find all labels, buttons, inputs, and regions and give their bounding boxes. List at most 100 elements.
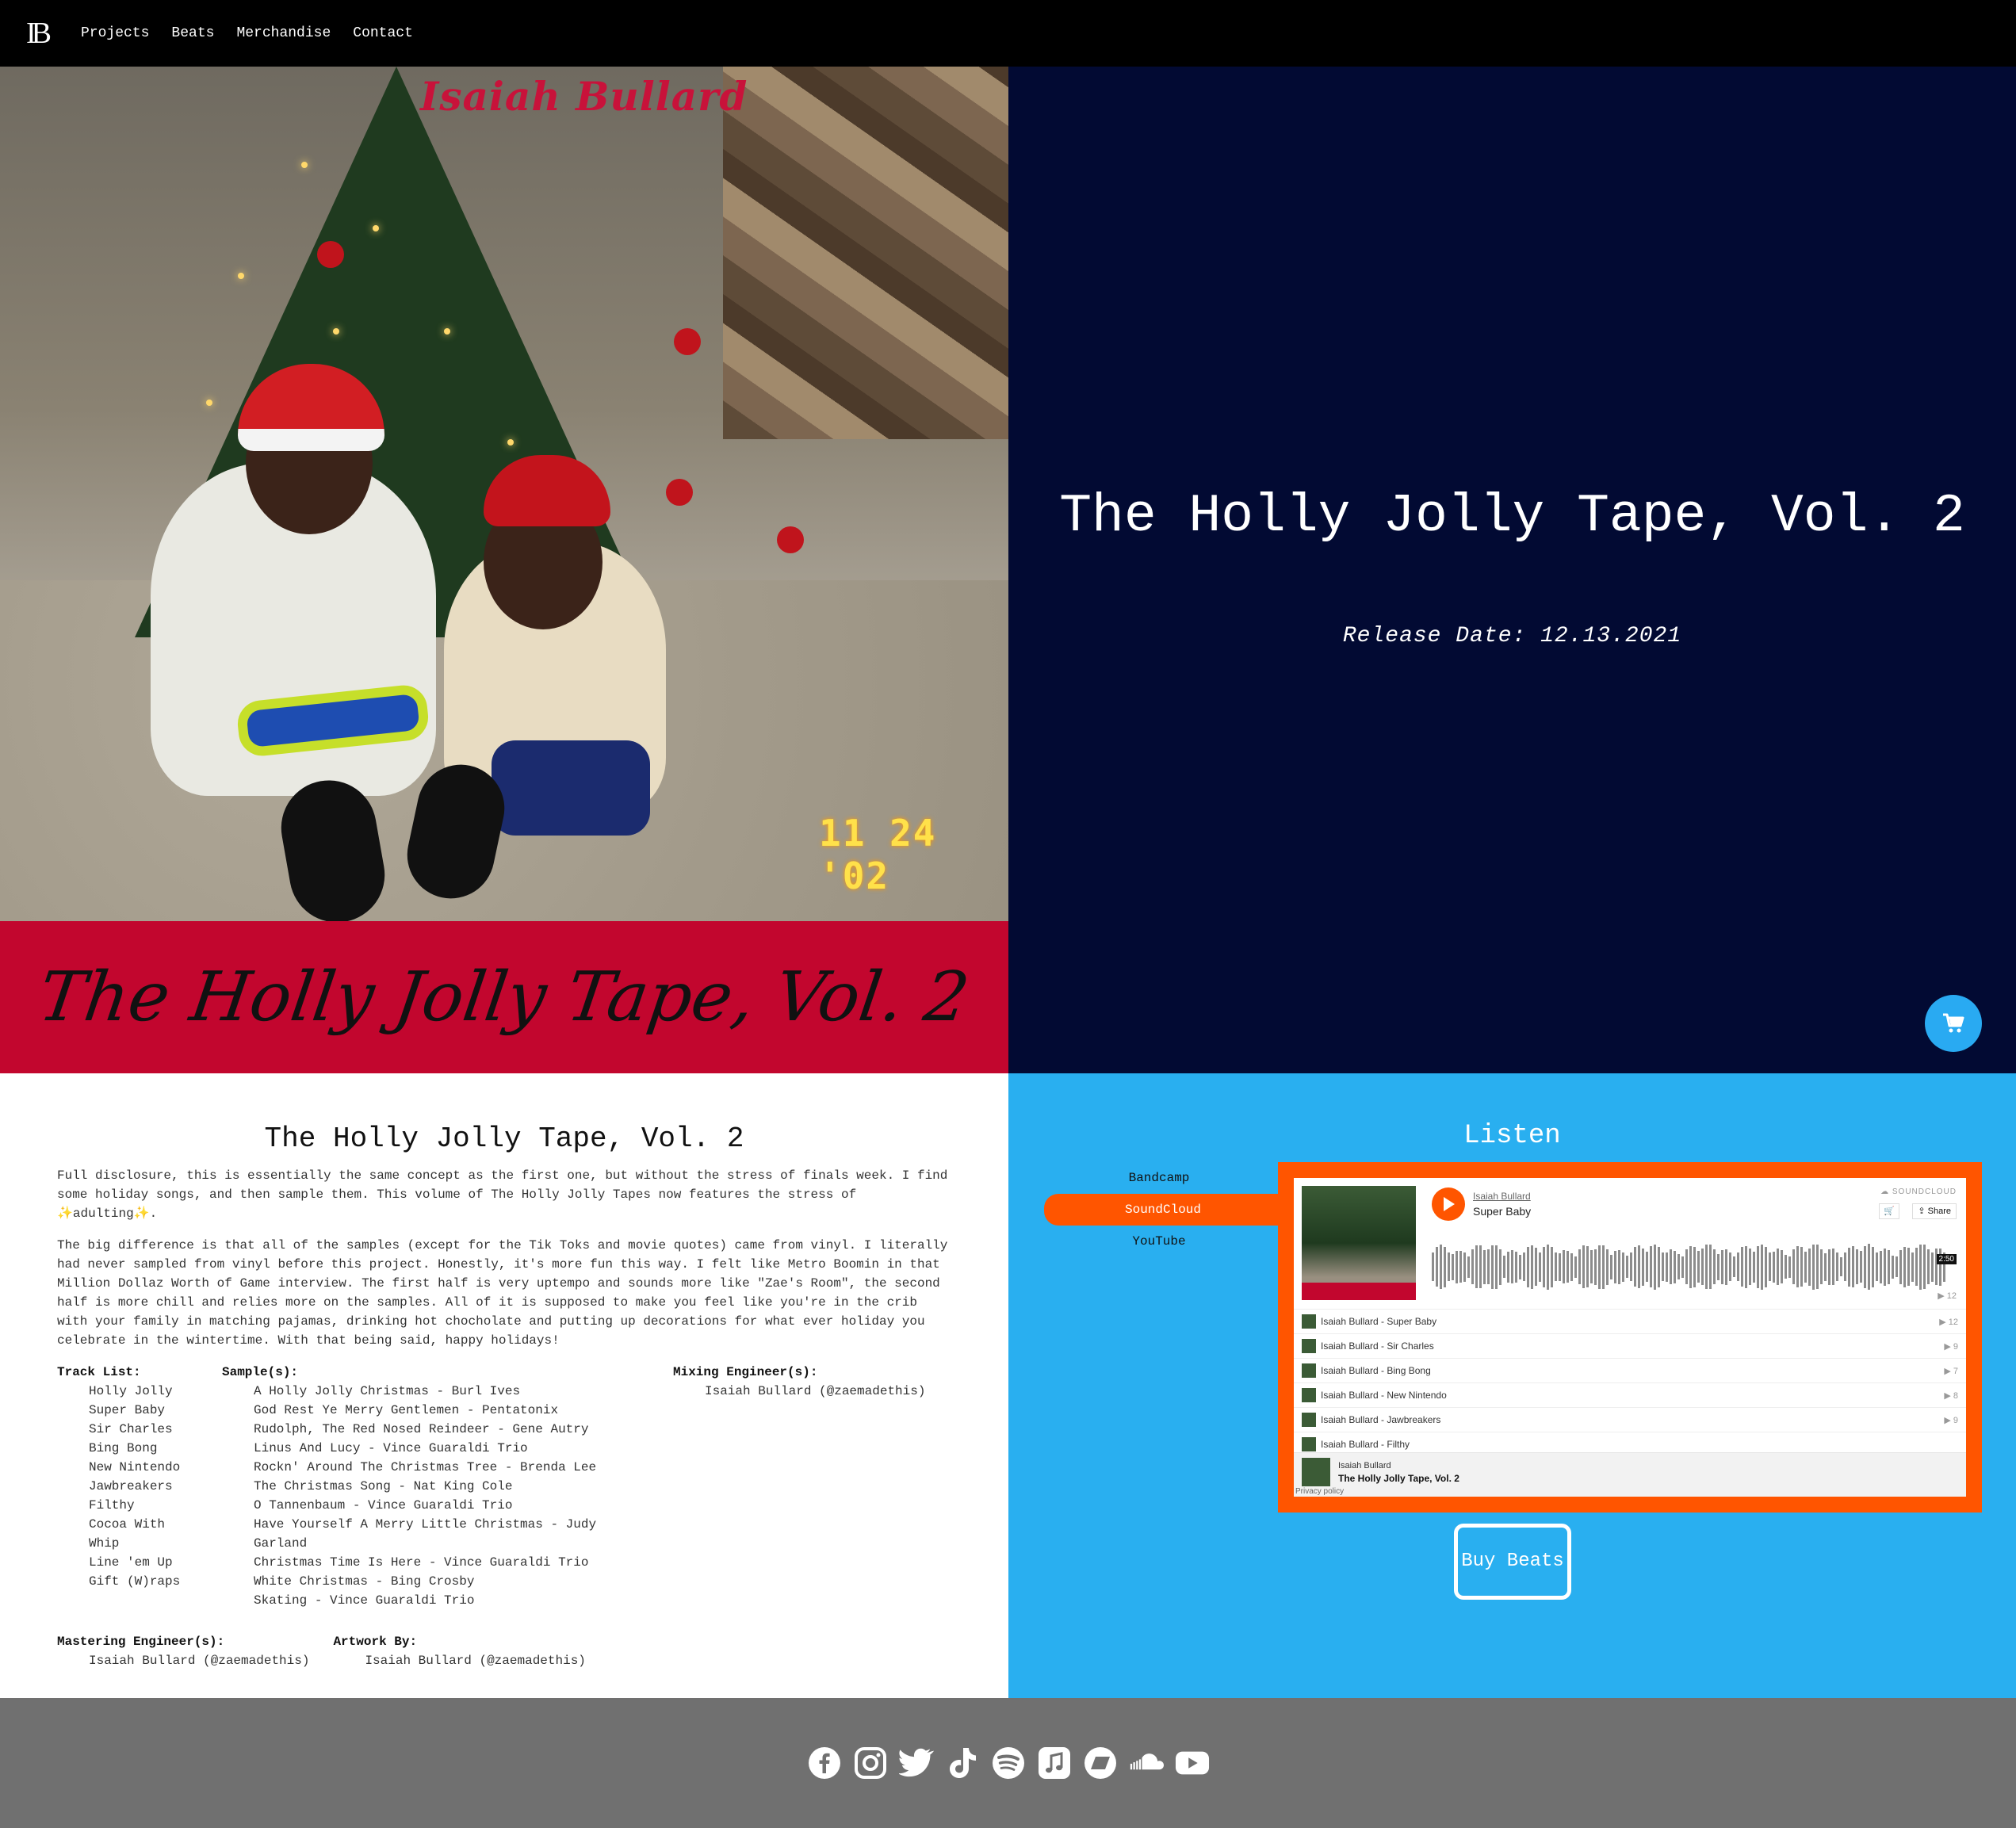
soundcloud-player: Isaiah Bullard Super Baby ☁ SOUNDCLOUD 🛒… — [1294, 1178, 1966, 1497]
buy-track-button[interactable]: 🛒 — [1879, 1203, 1899, 1219]
waveform-bar — [1452, 1253, 1454, 1280]
share-icon: ⇪ — [1918, 1207, 1926, 1216]
mixing-engineer: Isaiah Bullard (@zaemadethis) — [705, 1384, 926, 1398]
cover-photo: Isaiah Bullard 11 24 '02 — [0, 67, 1008, 921]
playlist-item[interactable]: Isaiah Bullard - Jawbreakers ▶ 9 — [1294, 1407, 1966, 1432]
tab-bandcamp[interactable]: Bandcamp — [1044, 1162, 1274, 1194]
bandcamp-icon[interactable] — [1083, 1746, 1118, 1780]
soundcloud-logo[interactable]: ☁ SOUNDCLOUD — [1880, 1187, 1957, 1196]
waveform[interactable] — [1432, 1235, 1955, 1298]
waveform-bar — [1662, 1252, 1664, 1281]
sample-item: Christmas Time Is Here - Vince Guaraldi … — [254, 1555, 589, 1570]
waveform-bar — [1796, 1246, 1799, 1287]
instagram-icon[interactable] — [853, 1746, 888, 1780]
waveform-bar — [1618, 1249, 1620, 1284]
waveform-bar — [1681, 1256, 1684, 1278]
waveform-bar — [1547, 1244, 1549, 1290]
track-item: Holly Jolly — [89, 1384, 173, 1398]
footer-playlist-title[interactable]: The Holly Jolly Tape, Vol. 2 — [1338, 1473, 1459, 1484]
player-artwork[interactable] — [1302, 1186, 1416, 1300]
tab-youtube[interactable]: YouTube — [1044, 1226, 1274, 1257]
waveform-bar — [1745, 1245, 1747, 1288]
footer-username[interactable]: Isaiah Bullard — [1338, 1461, 1391, 1470]
playlist-item[interactable]: Isaiah Bullard - Bing Bong ▶ 7 — [1294, 1358, 1966, 1382]
waveform-bar — [1483, 1249, 1486, 1284]
waveform-bar — [1503, 1256, 1505, 1278]
track-item: Gift (W)raps — [89, 1574, 181, 1589]
waveform-bar — [1820, 1249, 1823, 1284]
share-label: Share — [1927, 1207, 1951, 1216]
play-button[interactable] — [1432, 1187, 1465, 1221]
waveform-bar — [1685, 1249, 1688, 1284]
waveform-bar — [1642, 1248, 1644, 1286]
waveform-bar — [1923, 1245, 1926, 1289]
tree-light — [333, 328, 339, 335]
waveform-bar — [1781, 1250, 1783, 1283]
mixing-label: Mixing Engineer(s): — [673, 1365, 818, 1379]
waveform-bar — [1598, 1245, 1601, 1289]
waveform-bar — [1475, 1245, 1478, 1288]
spotify-icon[interactable] — [991, 1746, 1026, 1780]
player-track-title[interactable]: Super Baby — [1473, 1205, 1531, 1218]
twitter-icon[interactable] — [898, 1746, 934, 1780]
ornament — [666, 479, 693, 506]
player-artwork-banner — [1302, 1283, 1416, 1300]
waveform-bar — [1610, 1254, 1612, 1279]
track-item: Line 'em Up — [89, 1555, 173, 1570]
soundcloud-icon[interactable] — [1129, 1746, 1164, 1780]
tree-light — [301, 162, 308, 168]
waveform-bar — [1674, 1250, 1676, 1283]
waveform-bar — [1578, 1249, 1581, 1284]
waveform-bar — [1860, 1251, 1862, 1283]
nav-link-projects[interactable]: Projects — [81, 25, 149, 41]
playlist-item-plays: ▶ 8 — [1944, 1390, 1958, 1401]
nav-link-beats[interactable]: Beats — [171, 25, 214, 41]
waveform-bar — [1666, 1252, 1668, 1282]
apple-music-icon[interactable] — [1037, 1746, 1072, 1780]
listen-section: Listen Bandcamp SoundCloud YouTube Isaia… — [1008, 1073, 2016, 1698]
nav-link-contact[interactable]: Contact — [353, 25, 413, 41]
track-duration: 2:50 — [1936, 1254, 1957, 1264]
waveform-bar — [1559, 1252, 1561, 1281]
share-button[interactable]: ⇪ Share — [1912, 1203, 1957, 1219]
waveform-bar — [1463, 1252, 1466, 1282]
waveform-bar — [1499, 1249, 1501, 1285]
tiktok-icon[interactable] — [945, 1746, 980, 1780]
waveform-bar — [1448, 1252, 1450, 1281]
waveform-bar — [1487, 1249, 1490, 1284]
cart-button[interactable] — [1925, 995, 1982, 1052]
samples-label: Sample(s): — [222, 1365, 299, 1379]
playlist-item[interactable]: Isaiah Bullard - Sir Charles ▶ 9 — [1294, 1333, 1966, 1358]
playlist-item-artwork — [1302, 1339, 1316, 1353]
artwork-artist: Isaiah Bullard (@zaemadethis) — [365, 1654, 586, 1668]
tree-light — [206, 400, 212, 406]
player-username[interactable]: Isaiah Bullard — [1473, 1191, 1531, 1202]
waveform-bar — [1543, 1246, 1545, 1287]
privacy-policy-link[interactable]: Privacy policy — [1295, 1487, 1344, 1496]
mastering-label: Mastering Engineer(s): — [57, 1635, 225, 1649]
ornament — [777, 526, 804, 553]
mastering-engineer: Isaiah Bullard (@zaemadethis) — [89, 1654, 310, 1668]
waveform-bar — [1895, 1256, 1898, 1277]
waveform-bar — [1582, 1245, 1585, 1288]
waveform-bar — [1844, 1252, 1846, 1281]
playlist-item[interactable]: Isaiah Bullard - New Nintendo ▶ 8 — [1294, 1382, 1966, 1407]
waveform-bar — [1523, 1252, 1525, 1281]
youtube-icon[interactable] — [1175, 1746, 1210, 1780]
nav-link-merchandise[interactable]: Merchandise — [236, 25, 331, 41]
footer-artwork[interactable] — [1302, 1458, 1330, 1486]
track-list-label: Track List: — [57, 1365, 141, 1379]
tab-soundcloud[interactable]: SoundCloud — [1044, 1194, 1282, 1226]
playlist-item[interactable]: Isaiah Bullard - Super Baby ▶ 12 — [1294, 1309, 1966, 1333]
waveform-bar — [1701, 1249, 1704, 1285]
waveform-bar — [1880, 1250, 1882, 1283]
waveform-bar — [1749, 1249, 1751, 1285]
facebook-icon[interactable] — [807, 1746, 842, 1780]
samples-list-items: A Holly Jolly Christmas - Burl Ives God R… — [222, 1382, 654, 1610]
playlist-item-artwork — [1302, 1413, 1316, 1427]
site-logo[interactable]: IB — [21, 17, 52, 50]
about-title: The Holly Jolly Tape, Vol. 2 — [264, 1122, 744, 1155]
waveform-bar — [1705, 1245, 1708, 1289]
buy-beats-button[interactable]: Buy Beats — [1454, 1524, 1571, 1600]
release-date: Release Date: 12.13.2021 — [1342, 624, 1682, 648]
